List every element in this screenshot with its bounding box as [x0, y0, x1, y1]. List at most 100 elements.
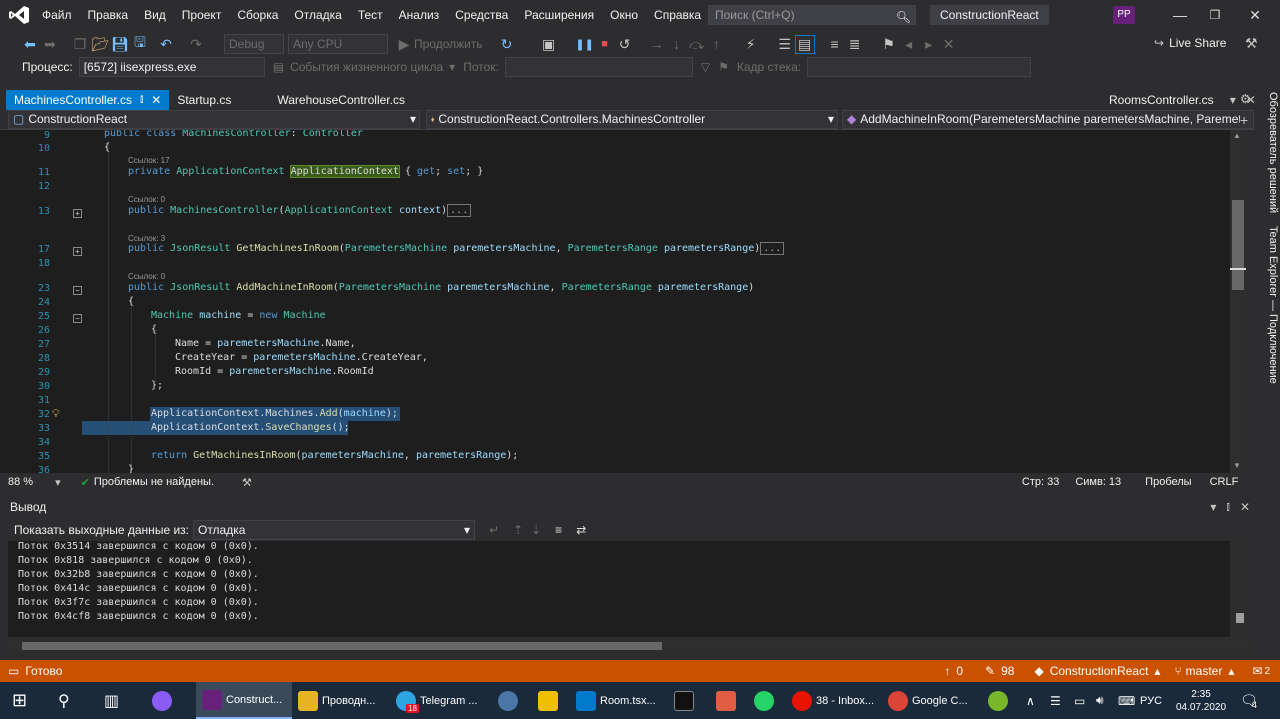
- terminal-icon[interactable]: [674, 682, 698, 719]
- pencil-icon[interactable]: ✎: [985, 664, 995, 678]
- unpushed-commits[interactable]: 0: [956, 664, 963, 678]
- utorrent-icon[interactable]: [988, 682, 1012, 719]
- branch-icon[interactable]: ⑂: [1174, 664, 1181, 678]
- notifications-icon[interactable]: ✉: [1252, 664, 1262, 678]
- eol-indicator[interactable]: CRLF: [1210, 476, 1239, 488]
- scroll-thumb[interactable]: [22, 642, 662, 650]
- chevron-down-icon[interactable]: ▾: [55, 476, 61, 489]
- class-select[interactable]: ⬪ ConstructionReact.Controllers.Machines…: [426, 110, 838, 129]
- arrow-up-icon[interactable]: ↑: [944, 664, 950, 678]
- new-item-icon[interactable]: ❐: [70, 36, 90, 53]
- git-icon[interactable]: [716, 682, 740, 719]
- indent-indicator[interactable]: Пробелы: [1145, 476, 1191, 488]
- pending-changes[interactable]: 98: [1001, 664, 1014, 678]
- taskbar-vscode[interactable]: Room.tsx...: [576, 682, 668, 719]
- clock[interactable]: 2:35 04.07.2020: [1176, 682, 1226, 719]
- layout-icon[interactable]: ▤: [794, 34, 815, 54]
- search-icon[interactable]: 🔍︎: [896, 8, 911, 26]
- zoom-level[interactable]: 88 %: [8, 476, 33, 488]
- menu-file[interactable]: Файл: [34, 0, 80, 30]
- chevron-up-icon[interactable]: ∧: [1026, 682, 1035, 719]
- solution-explorer-tab[interactable]: Обозреватель решений: [1257, 92, 1279, 213]
- step-out-icon[interactable]: ↑: [707, 36, 727, 52]
- tab-warehousecontroller[interactable]: WarehouseController.cs: [269, 90, 413, 110]
- undo-icon[interactable]: ↶: [156, 36, 176, 53]
- menu-edit[interactable]: Правка: [80, 0, 137, 30]
- feedback-icon[interactable]: ⚒: [1245, 35, 1258, 52]
- collapse-icon[interactable]: −: [73, 314, 82, 323]
- restart-icon[interactable]: ↺: [615, 36, 635, 53]
- live-share-button[interactable]: ↪ Live Share: [1154, 36, 1226, 50]
- screenshot-icon[interactable]: ▣: [539, 36, 559, 53]
- tab-roomscontroller[interactable]: RoomsController.cs: [1101, 90, 1222, 110]
- menu-window[interactable]: Окно: [602, 0, 646, 30]
- project-select[interactable]: ▢ ConstructionReact ▾: [8, 110, 420, 129]
- process-select[interactable]: [6572] iisexpress.exe: [78, 57, 265, 77]
- scroll-up-icon[interactable]: ▲: [1233, 131, 1241, 140]
- align-icon[interactable]: ≡: [825, 36, 845, 52]
- taskbar-telegram[interactable]: 18 Telegram ...: [396, 682, 486, 719]
- line-indicator[interactable]: Стр: 33: [1022, 476, 1059, 488]
- back-icon[interactable]: ⬅: [20, 36, 40, 53]
- taskbar-visual-studio[interactable]: Construct...: [196, 682, 292, 719]
- app-circle-icon[interactable]: [152, 682, 176, 719]
- menu-test[interactable]: Тест: [350, 0, 391, 30]
- lightbulb-icon[interactable]: 💡︎: [52, 408, 60, 421]
- scroll-thumb[interactable]: [1232, 200, 1244, 290]
- codelens-refs[interactable]: Ссылок: 17: [128, 156, 170, 165]
- tab-startup[interactable]: Startup.cs: [169, 90, 239, 110]
- save-icon[interactable]: 💾︎: [110, 36, 130, 53]
- avatar[interactable]: PP: [1113, 6, 1135, 24]
- menu-build[interactable]: Сборка: [229, 0, 286, 30]
- close-icon[interactable]: ✕: [1240, 500, 1250, 514]
- filter-icon[interactable]: ▽: [701, 60, 710, 74]
- prev-message-icon[interactable]: ⇡: [513, 523, 523, 537]
- open-folder-icon[interactable]: 📂︎: [90, 36, 110, 53]
- expand-icon[interactable]: +: [73, 247, 82, 256]
- menu-tools[interactable]: Средства: [447, 0, 516, 30]
- prev-bookmark-icon[interactable]: ◂: [899, 36, 919, 53]
- codelens-refs[interactable]: Ссылок: 0: [128, 272, 165, 281]
- close-tab-icon[interactable]: ✕: [151, 90, 161, 110]
- pin-icon[interactable]: ⫾: [140, 90, 143, 110]
- flag-icon[interactable]: ⚑: [718, 60, 729, 74]
- add-icon[interactable]: +: [1240, 112, 1248, 128]
- taskbar-yandex[interactable]: 38 - Inbox...: [792, 682, 882, 719]
- column-indicator[interactable]: Симв: 13: [1075, 476, 1121, 488]
- next-message-icon[interactable]: ⇣: [531, 523, 541, 537]
- collapse-icon[interactable]: −: [73, 286, 82, 295]
- editor-vertical-scrollbar[interactable]: ▲ ▼: [1230, 130, 1246, 473]
- config-select[interactable]: Debug: [224, 34, 284, 54]
- hot-reload-icon[interactable]: ⚡: [741, 36, 761, 53]
- save-all-icon[interactable]: 🖫: [130, 32, 150, 56]
- network-icon[interactable]: ☰: [1050, 682, 1061, 719]
- scroll-down-icon[interactable]: ▼: [1233, 461, 1241, 470]
- taskbar-chrome[interactable]: Google C...: [888, 682, 980, 719]
- menu-project[interactable]: Проект: [174, 0, 230, 30]
- menu-help[interactable]: Справка: [646, 0, 709, 30]
- windows-start-icon[interactable]: ⊞: [12, 682, 27, 719]
- platform-select[interactable]: Any CPU: [288, 34, 388, 54]
- branch-name[interactable]: master: [1186, 664, 1223, 678]
- tab-machinescontroller[interactable]: MachinesController.cs ⫾ ✕: [6, 90, 170, 110]
- step-into-icon[interactable]: ↓: [667, 36, 687, 52]
- volume-icon[interactable]: 🔊︎: [1096, 682, 1104, 719]
- pause-icon[interactable]: ❚❚: [575, 38, 595, 51]
- menu-extensions[interactable]: Расширения: [516, 0, 602, 30]
- bookmark-icon[interactable]: ⚑: [879, 36, 899, 53]
- toggle-panel-icon[interactable]: ☰: [775, 36, 795, 53]
- step-over-icon[interactable]: ⤼: [687, 36, 707, 53]
- notes-icon[interactable]: [538, 682, 562, 719]
- output-vertical-scrollbar[interactable]: [1233, 541, 1247, 637]
- tab-list-icon[interactable]: ▾: [1230, 93, 1236, 107]
- clear-bookmarks-icon[interactable]: ✕: [939, 36, 959, 53]
- restore-icon[interactable]: ❐: [1205, 5, 1225, 25]
- taskbar-explorer[interactable]: Проводн...: [298, 682, 388, 719]
- comment-icon[interactable]: ≣: [845, 36, 865, 53]
- team-explorer-tab[interactable]: Team Explorer — Подключение: [1257, 226, 1279, 384]
- repository-name[interactable]: ConstructionReact: [1050, 664, 1149, 678]
- continue-button[interactable]: Продолжить: [414, 37, 483, 51]
- cleanup-icon[interactable]: ⚒: [242, 476, 252, 489]
- problems-status[interactable]: Проблемы не найдены.: [94, 476, 214, 488]
- pin-icon[interactable]: ⫾: [1226, 501, 1230, 514]
